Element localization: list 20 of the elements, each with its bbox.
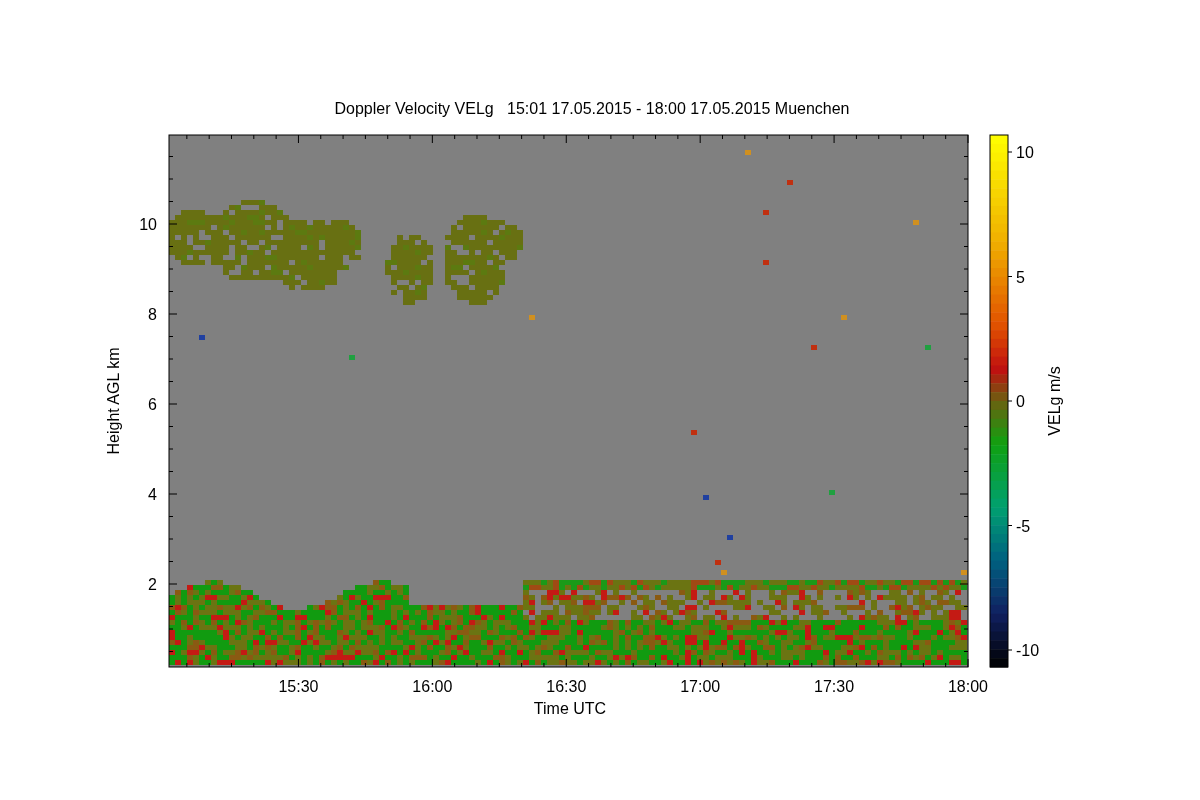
colorbar-tick-label: -5 — [1016, 517, 1031, 535]
y-tick-label: 4 — [148, 486, 157, 503]
y-tick-label: 10 — [139, 216, 157, 233]
colorbar-tick-label: -10 — [1016, 642, 1040, 659]
y-axis-label: Height AGL km — [105, 347, 122, 455]
y-tick-label: 8 — [148, 306, 157, 323]
x-tick-label: 17:30 — [814, 678, 855, 695]
x-axis-label: Time UTC — [533, 700, 607, 717]
x-tick-label: 16:30 — [546, 678, 587, 695]
plot-title: Doppler Velocity VELg 15:01 17.05.2015 - 18:00 17.05.2015 Muenchen — [334, 100, 850, 117]
x-tick-label: 17:00 — [680, 678, 721, 695]
colorbar-tick-label: 0 — [1016, 393, 1025, 410]
x-tick-label: 15:30 — [278, 678, 319, 695]
colorbar-tick-label: 10 — [1016, 144, 1034, 161]
x-tick-label: 18:00 — [948, 678, 988, 695]
colorbar-tick-label: 5 — [1016, 268, 1025, 286]
x-tick-label: 16:00 — [412, 678, 453, 695]
colorbar-label: VELg m/s — [1046, 366, 1063, 436]
y-tick-label: 6 — [148, 396, 157, 413]
y-tick-label: 2 — [148, 576, 157, 593]
